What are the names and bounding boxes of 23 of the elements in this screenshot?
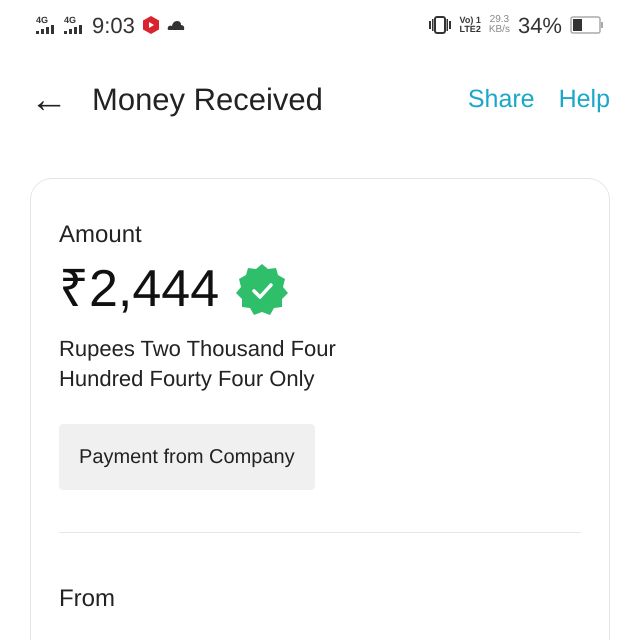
amount-label: Amount [59, 220, 143, 250]
speed-unit: KB/s [488, 25, 510, 35]
battery-icon [570, 16, 604, 34]
payment-note: Payment from Company [59, 424, 315, 490]
play-app-icon [142, 16, 159, 34]
amount-value: ₹2,444 [59, 261, 220, 318]
lte-label: LTE2 [459, 25, 481, 34]
back-button[interactable]: ← [30, 81, 68, 119]
battery-percent: 34% [518, 12, 562, 40]
vibrate-icon [429, 16, 452, 34]
volte-label: Vo) 1 [459, 16, 481, 25]
signal-icon [36, 25, 56, 34]
network-label: 4G [64, 16, 76, 25]
page-title: Money Received [92, 80, 324, 119]
cloud-icon [166, 20, 185, 30]
status-time: 9:03 [92, 12, 135, 40]
from-label: From [59, 584, 116, 614]
network-label: 4G [36, 16, 48, 25]
speed-value: 29.3 [490, 15, 510, 25]
signal-icon [64, 25, 84, 34]
amount-in-words: Rupees Two Thousand Four Hundred Fourty Four Only [59, 335, 337, 393]
help-link[interactable]: Help [558, 81, 610, 119]
share-link[interactable]: Share [468, 81, 535, 119]
